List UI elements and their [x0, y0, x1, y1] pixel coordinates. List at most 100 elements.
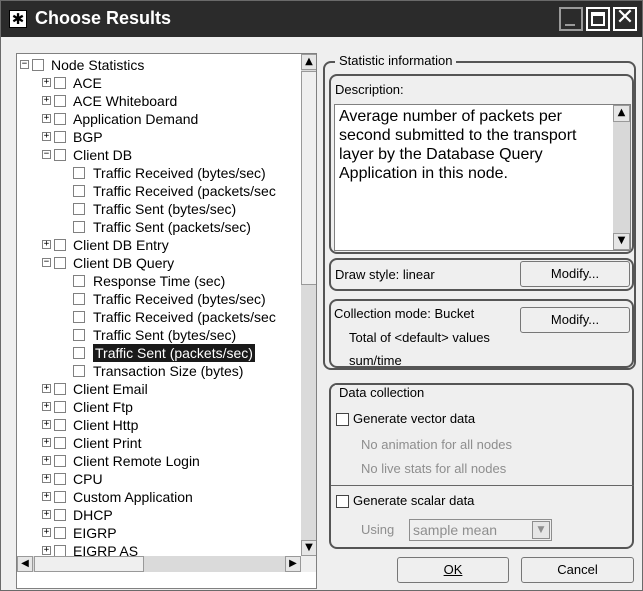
tree-item-label[interactable]: Traffic Received (bytes/sec) [93, 164, 266, 182]
close-button[interactable]: ✕ [613, 7, 637, 31]
tree-item[interactable]: Traffic Sent (packets/sec) [17, 344, 301, 362]
tree-item[interactable]: Transaction Size (bytes) [17, 362, 301, 380]
expand-icon[interactable]: + [42, 474, 51, 483]
tree-item-label[interactable]: Client Ftp [73, 398, 133, 416]
tree-item-checkbox[interactable] [54, 527, 66, 539]
tree-item-checkbox[interactable] [54, 491, 66, 503]
tree-item-checkbox[interactable] [73, 347, 85, 359]
tree-item-checkbox[interactable] [54, 257, 66, 269]
tree-item-label[interactable]: Traffic Received (packets/sec [93, 308, 276, 326]
tree-item-checkbox[interactable] [73, 203, 85, 215]
tree-item-checkbox[interactable] [54, 473, 66, 485]
tree-item-label[interactable]: DHCP [73, 506, 113, 524]
expand-icon[interactable]: + [42, 132, 51, 141]
tree-item-checkbox[interactable] [54, 95, 66, 107]
tree-vertical-scroll-thumb[interactable] [301, 71, 316, 285]
tree-item[interactable]: + Client DB Entry [17, 236, 301, 254]
tree-item[interactable]: + BGP [17, 128, 301, 146]
tree-item[interactable]: + EIGRP [17, 524, 301, 542]
tree-item[interactable]: Response Time (sec) [17, 272, 301, 290]
tree-item[interactable]: Traffic Received (packets/sec [17, 308, 301, 326]
tree-item-checkbox[interactable] [32, 59, 44, 71]
tree-item-label[interactable]: Traffic Received (bytes/sec) [93, 290, 266, 308]
tree-item-label[interactable]: Traffic Sent (bytes/sec) [93, 200, 236, 218]
generate-scalar-label[interactable]: Generate scalar data [353, 493, 474, 508]
expand-icon[interactable]: + [42, 114, 51, 123]
tree-item-label[interactable]: Custom Application [73, 488, 193, 506]
generate-vector-label[interactable]: Generate vector data [353, 411, 475, 426]
tree-item-checkbox[interactable] [73, 275, 85, 287]
tree-item[interactable]: + Client Print [17, 434, 301, 452]
description-scroll-up-icon[interactable]: ▲ [613, 105, 630, 122]
expand-icon[interactable]: + [42, 546, 51, 555]
tree-item[interactable]: + DHCP [17, 506, 301, 524]
tree-item-label[interactable]: ACE Whiteboard [73, 92, 177, 110]
tree-item-label[interactable]: EIGRP [73, 524, 117, 542]
tree-item-label[interactable]: Client DB Entry [73, 236, 169, 254]
tree-item-label[interactable]: Client Email [73, 380, 148, 398]
generate-vector-checkbox[interactable] [336, 413, 349, 426]
expand-icon[interactable]: + [42, 384, 51, 393]
tree-item[interactable]: Traffic Received (packets/sec [17, 182, 301, 200]
expand-icon[interactable]: + [42, 510, 51, 519]
tree-item-label[interactable]: Client DB [73, 146, 132, 164]
expand-icon[interactable]: + [42, 240, 51, 249]
description-scroll-down-icon[interactable]: ▼ [613, 233, 630, 250]
tree-item[interactable]: − Node Statistics [17, 56, 301, 74]
tree-item-checkbox[interactable] [73, 293, 85, 305]
tree-item[interactable]: Traffic Received (bytes/sec) [17, 164, 301, 182]
tree-item-checkbox[interactable] [54, 455, 66, 467]
chevron-down-icon[interactable]: ▼ [532, 521, 550, 539]
expand-icon[interactable]: + [42, 96, 51, 105]
scroll-down-arrow-icon[interactable]: ▼ [301, 540, 316, 556]
collapse-icon[interactable]: − [42, 150, 51, 159]
tree-item[interactable]: + EIGRP AS [17, 542, 301, 556]
using-select[interactable]: sample mean ▼ [409, 519, 552, 541]
tree-item-checkbox[interactable] [54, 437, 66, 449]
tree-item[interactable]: + CPU [17, 470, 301, 488]
tree-item-checkbox[interactable] [54, 509, 66, 521]
tree-vertical-scrollbar[interactable]: ▲ ▼ [301, 54, 316, 556]
tree-item-checkbox[interactable] [54, 131, 66, 143]
tree-item[interactable]: + Custom Application [17, 488, 301, 506]
tree-item-label[interactable]: Traffic Sent (bytes/sec) [93, 326, 236, 344]
tree-item[interactable]: − Client DB [17, 146, 301, 164]
tree-item[interactable]: + Client Email [17, 380, 301, 398]
tree-item-checkbox[interactable] [73, 311, 85, 323]
statistics-tree[interactable]: − Node Statistics + ACE + ACE Whiteboard + Appl… [16, 53, 317, 589]
scroll-left-arrow-icon[interactable]: ◀ [17, 556, 33, 572]
tree-horizontal-scroll-thumb[interactable] [34, 556, 144, 572]
tree-item[interactable]: Traffic Sent (bytes/sec) [17, 326, 301, 344]
expand-icon[interactable]: + [42, 420, 51, 429]
tree-item-label[interactable]: Transaction Size (bytes) [93, 362, 243, 380]
tree-item-label[interactable]: Traffic Sent (packets/sec) [93, 218, 251, 236]
tree-item-label[interactable]: EIGRP AS [73, 542, 138, 556]
tree-item[interactable]: + Client Http [17, 416, 301, 434]
tree-item-label[interactable]: Node Statistics [51, 56, 144, 74]
tree-item-checkbox[interactable] [54, 149, 66, 161]
tree-item-label[interactable]: Response Time (sec) [93, 272, 225, 290]
description-scrollbar[interactable]: ▲ ▼ [613, 105, 630, 250]
tree-item[interactable]: Traffic Sent (packets/sec) [17, 218, 301, 236]
expand-icon[interactable]: + [42, 456, 51, 465]
tree-item-checkbox[interactable] [73, 365, 85, 377]
expand-icon[interactable]: + [42, 438, 51, 447]
tree-item[interactable]: + Client Remote Login [17, 452, 301, 470]
generate-scalar-checkbox[interactable] [336, 495, 349, 508]
tree-item[interactable]: + Application Demand [17, 110, 301, 128]
tree-item-checkbox[interactable] [54, 113, 66, 125]
maximize-button[interactable] [586, 7, 610, 31]
tree-item-label[interactable]: Client Print [73, 434, 141, 452]
tree-item-checkbox[interactable] [54, 383, 66, 395]
minimize-button[interactable] [559, 7, 583, 31]
tree-item-label[interactable]: Application Demand [73, 110, 198, 128]
tree-item-checkbox[interactable] [54, 545, 66, 556]
tree-item-label[interactable]: ACE [73, 74, 102, 92]
tree-item-checkbox[interactable] [73, 329, 85, 341]
draw-style-modify-button[interactable]: Modify... [520, 261, 630, 287]
collection-mode-modify-button[interactable]: Modify... [520, 307, 630, 333]
tree-item-checkbox[interactable] [54, 401, 66, 413]
ok-button[interactable]: OK [397, 557, 509, 583]
tree-item-label[interactable]: Traffic Sent (packets/sec) [93, 344, 255, 362]
scroll-up-arrow-icon[interactable]: ▲ [301, 54, 316, 70]
